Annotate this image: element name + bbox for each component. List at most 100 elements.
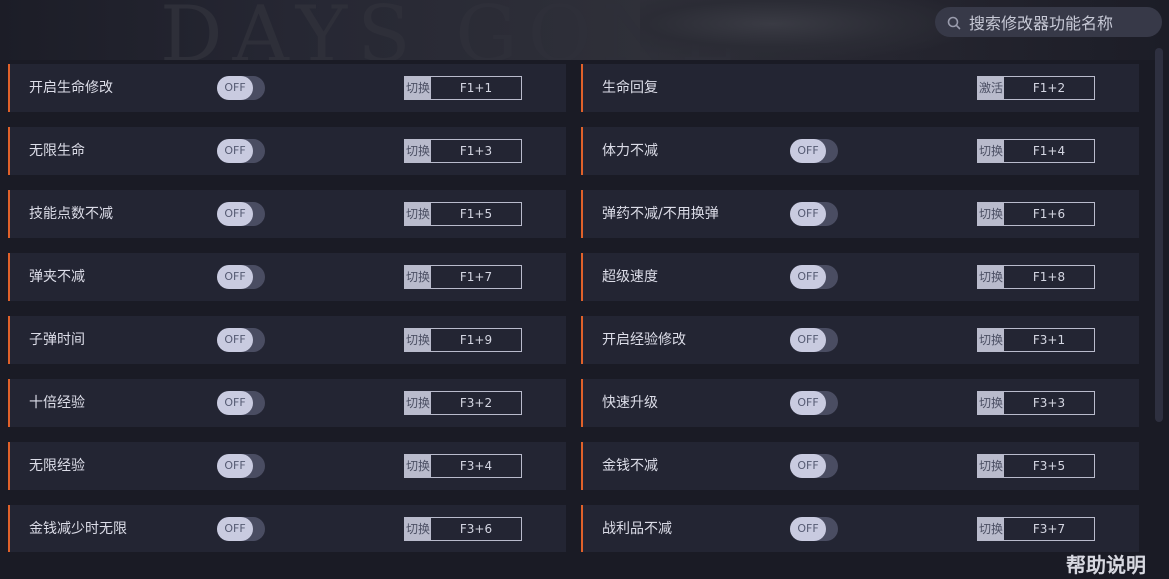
banner-character-art [640, 0, 970, 60]
hotkey-mode-label: 切换 [405, 329, 431, 351]
toggle-switch[interactable]: OFF [217, 265, 265, 289]
cheat-row: 金钱不减 OFF 切换 F3+5 [581, 442, 1139, 490]
hotkey-mode-label: 切换 [405, 203, 431, 225]
cheat-row: 弹夹不减 OFF 切换 F1+7 [8, 253, 566, 301]
cheat-list: 开启生命修改 OFF 切换 F1+1 生命回复 激活 F1+2 无限生命 OFF 切换 F1+3 体力… [8, 60, 1150, 552]
hotkey-mode-label: 切换 [978, 266, 1004, 288]
hotkey-value: F1+2 [1032, 81, 1066, 95]
hotkey-field[interactable]: 切换 F1+6 [977, 202, 1095, 226]
cheat-row: 战利品不减 OFF 切换 F3+7 [581, 505, 1139, 552]
cheat-row: 十倍经验 OFF 切换 F3+2 [8, 379, 566, 427]
hotkey-field[interactable]: 切换 F1+9 [404, 328, 522, 352]
toggle-state: OFF [217, 391, 253, 415]
hotkey-field[interactable]: 激活 F1+2 [977, 76, 1095, 100]
cheat-row: 子弹时间 OFF 切换 F1+9 [8, 316, 566, 364]
search-input[interactable]: 搜索修改器功能名称 [935, 7, 1162, 37]
toggle-switch[interactable]: OFF [790, 139, 838, 163]
hotkey-value: F3+3 [1032, 396, 1066, 410]
hotkey-field[interactable]: 切换 F3+6 [404, 517, 522, 541]
cheat-row: 弹药不减/不用换弹 OFF 切换 F1+6 [581, 190, 1139, 238]
hotkey-field[interactable]: 切换 F1+1 [404, 76, 522, 100]
cheat-row: 无限经验 OFF 切换 F3+4 [8, 442, 566, 490]
toggle-switch[interactable]: OFF [217, 139, 265, 163]
hotkey-field[interactable]: 切换 F1+5 [404, 202, 522, 226]
toggle-switch[interactable]: OFF [217, 517, 265, 541]
hotkey-field[interactable]: 切换 F3+1 [977, 328, 1095, 352]
hotkey-value: F1+8 [1032, 270, 1066, 284]
hotkey-field[interactable]: 切换 F3+2 [404, 391, 522, 415]
hotkey-mode-label: 切换 [405, 140, 431, 162]
hotkey-mode-label: 切换 [978, 329, 1004, 351]
toggle-state: OFF [790, 139, 826, 163]
search-placeholder: 搜索修改器功能名称 [969, 14, 1114, 33]
hotkey-mode-label: 切换 [978, 392, 1004, 414]
cheat-row: 无限生命 OFF 切换 F1+3 [8, 127, 566, 175]
toggle-switch[interactable]: OFF [217, 391, 265, 415]
search-icon [947, 15, 961, 30]
toggle-state: OFF [790, 517, 826, 541]
cheat-label: 十倍经验 [29, 395, 85, 411]
hotkey-value: F3+5 [1032, 459, 1066, 473]
hotkey-value: F1+5 [459, 207, 493, 221]
toggle-switch[interactable]: OFF [217, 454, 265, 478]
hotkey-field[interactable]: 切换 F3+5 [977, 454, 1095, 478]
toggle-switch[interactable]: OFF [790, 454, 838, 478]
toggle-switch[interactable]: OFF [217, 202, 265, 226]
toggle-switch[interactable]: OFF [217, 328, 265, 352]
banner-title-art: DAYS GONE [160, 0, 747, 60]
hotkey-field[interactable]: 切换 F1+4 [977, 139, 1095, 163]
cheat-label: 无限经验 [29, 458, 85, 474]
hotkey-value: F1+7 [459, 270, 493, 284]
cheat-label: 开启生命修改 [29, 80, 113, 96]
cheat-label: 无限生命 [29, 143, 85, 159]
cheat-row: 生命回复 激活 F1+2 [581, 64, 1139, 112]
hotkey-field[interactable]: 切换 F1+3 [404, 139, 522, 163]
cheat-label: 弹药不减/不用换弹 [602, 206, 719, 222]
toggle-switch[interactable]: OFF [790, 517, 838, 541]
hotkey-mode-label: 激活 [978, 77, 1004, 99]
hotkey-value: F3+1 [1032, 333, 1066, 347]
cheat-label: 开启经验修改 [602, 332, 686, 348]
toggle-state: OFF [790, 202, 826, 226]
cheat-row: 快速升级 OFF 切换 F3+3 [581, 379, 1139, 427]
cheat-row: 开启经验修改 OFF 切换 F3+1 [581, 316, 1139, 364]
hotkey-value: F1+6 [1032, 207, 1066, 221]
cheat-label: 战利品不减 [602, 521, 672, 537]
toggle-switch[interactable]: OFF [790, 265, 838, 289]
toggle-state: OFF [217, 202, 253, 226]
hotkey-mode-label: 切换 [405, 392, 431, 414]
toggle-switch[interactable]: OFF [790, 328, 838, 352]
cheat-row: 开启生命修改 OFF 切换 F1+1 [8, 64, 566, 112]
hotkey-value: F3+2 [459, 396, 493, 410]
cheat-label: 金钱不减 [602, 458, 658, 474]
cheat-label: 子弹时间 [29, 332, 85, 348]
toggle-switch[interactable]: OFF [790, 202, 838, 226]
hotkey-mode-label: 切换 [978, 203, 1004, 225]
scrollbar[interactable] [1155, 48, 1163, 422]
toggle-state: OFF [790, 328, 826, 352]
hotkey-mode-label: 切换 [405, 266, 431, 288]
toggle-state: OFF [217, 76, 253, 100]
toggle-state: OFF [790, 454, 826, 478]
cheat-label: 金钱减少时无限 [29, 521, 127, 537]
help-button[interactable]: 帮助说明 [1066, 549, 1146, 578]
toggle-switch[interactable]: OFF [790, 391, 838, 415]
hotkey-field[interactable]: 切换 F3+3 [977, 391, 1095, 415]
hotkey-value: F3+4 [459, 459, 493, 473]
cheat-label: 体力不减 [602, 143, 658, 159]
hotkey-field[interactable]: 切换 F1+7 [404, 265, 522, 289]
cheat-label: 快速升级 [602, 395, 658, 411]
hotkey-value: F1+9 [459, 333, 493, 347]
hotkey-field[interactable]: 切换 F3+7 [977, 517, 1095, 541]
toggle-state: OFF [217, 139, 253, 163]
hotkey-value: F1+3 [459, 144, 493, 158]
toggle-state: OFF [790, 265, 826, 289]
toggle-switch[interactable]: OFF [217, 76, 265, 100]
hotkey-field[interactable]: 切换 F1+8 [977, 265, 1095, 289]
cheat-label: 技能点数不减 [29, 206, 113, 222]
cheat-label: 弹夹不减 [29, 269, 85, 285]
hotkey-field[interactable]: 切换 F3+4 [404, 454, 522, 478]
toggle-state: OFF [217, 454, 253, 478]
hotkey-value: F3+7 [1032, 522, 1066, 536]
toggle-state: OFF [217, 328, 253, 352]
